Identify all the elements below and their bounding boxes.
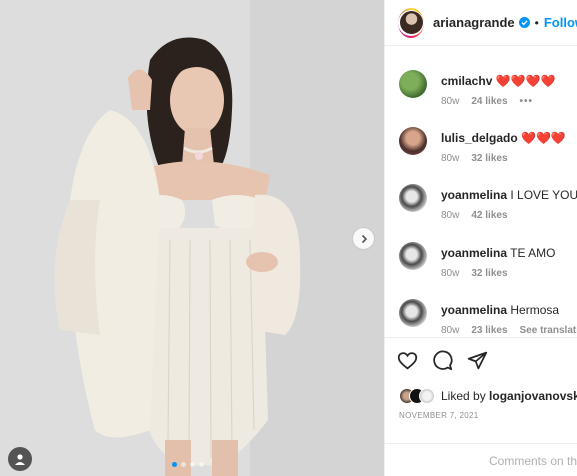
comment-likes[interactable]: 23 likes bbox=[471, 325, 507, 336]
comment-options-button[interactable]: ••• bbox=[520, 96, 534, 107]
carousel-indicators bbox=[172, 462, 204, 467]
author-username[interactable]: arianagrande bbox=[433, 15, 515, 30]
comment-username[interactable]: yoanmelina bbox=[441, 246, 507, 260]
header-separator: • bbox=[534, 15, 539, 30]
comment-likes[interactable]: 32 likes bbox=[471, 153, 507, 164]
comments-panel: arianagrande • Follow cmilachv ❤️❤️❤️❤️ … bbox=[384, 0, 577, 476]
commenter-avatar[interactable] bbox=[399, 184, 427, 212]
post-image-illustration bbox=[0, 0, 384, 476]
post-modal: arianagrande • Follow cmilachv ❤️❤️❤️❤️ … bbox=[0, 0, 577, 476]
comment-text: ❤️❤️❤️ bbox=[521, 131, 566, 145]
carousel-dot bbox=[172, 462, 177, 467]
commenter-avatar[interactable] bbox=[399, 127, 427, 155]
liked-by-prefix: Liked by bbox=[441, 389, 486, 403]
post-actions: Liked by loganjovanovsk NOVEMBER 7, 2021 bbox=[385, 337, 577, 447]
comment-time[interactable]: 80w bbox=[441, 325, 459, 336]
liker-avatar[interactable] bbox=[419, 388, 435, 404]
follow-button[interactable]: Follow bbox=[544, 15, 577, 30]
verified-badge-icon bbox=[518, 17, 530, 28]
carousel-dot bbox=[199, 462, 204, 467]
heart-icon bbox=[397, 352, 418, 370]
comment-bubble-icon bbox=[433, 350, 453, 371]
next-slide-button[interactable] bbox=[352, 227, 375, 250]
comment-time[interactable]: 80w bbox=[441, 96, 459, 107]
chevron-right-icon bbox=[361, 234, 367, 243]
comment-username[interactable]: lulis_delgado bbox=[441, 131, 518, 145]
like-button[interactable] bbox=[397, 350, 418, 371]
comment-likes[interactable]: 32 likes bbox=[471, 268, 507, 279]
commenter-avatar[interactable] bbox=[399, 242, 427, 270]
comment-time[interactable]: 80w bbox=[441, 153, 459, 164]
comment-input-placeholder[interactable]: Comments on this bbox=[489, 454, 577, 468]
liked-by-text: Liked by loganjovanovsk bbox=[441, 389, 577, 403]
see-translation-link[interactable]: See translation bbox=[520, 325, 577, 336]
add-comment-bar: Comments on this bbox=[385, 443, 577, 476]
carousel-dot bbox=[190, 462, 195, 467]
comment-text: Hermosa bbox=[510, 303, 560, 317]
liked-by-username[interactable]: loganjovanovsk bbox=[489, 389, 577, 403]
comment-likes[interactable]: 42 likes bbox=[471, 210, 507, 221]
comment-username[interactable]: yoanmelina bbox=[441, 303, 507, 317]
post-photo[interactable] bbox=[0, 0, 384, 476]
paper-plane-icon bbox=[467, 351, 488, 370]
commenter-avatar[interactable] bbox=[399, 70, 427, 98]
post-date[interactable]: NOVEMBER 7, 2021 bbox=[399, 411, 479, 420]
commenter-avatar[interactable] bbox=[399, 299, 427, 327]
comment-button[interactable] bbox=[432, 350, 453, 371]
author-avatar[interactable] bbox=[398, 7, 424, 38]
comment-likes[interactable]: 24 likes bbox=[471, 96, 507, 107]
comment-text: ❤️❤️❤️❤️ bbox=[495, 74, 556, 88]
tagged-users-button[interactable] bbox=[8, 447, 32, 471]
comment-username[interactable]: cmilachv bbox=[441, 74, 492, 88]
comment-time[interactable]: 80w bbox=[441, 210, 459, 221]
comment-username[interactable]: yoanmelina bbox=[441, 188, 507, 202]
user-tag-icon bbox=[15, 454, 25, 465]
post-header: arianagrande • Follow bbox=[385, 0, 577, 46]
comment-text: TE AMO bbox=[510, 246, 556, 260]
comment-time[interactable]: 80w bbox=[441, 268, 459, 279]
liked-by-row: Liked by loganjovanovsk bbox=[399, 388, 577, 404]
carousel-dot bbox=[181, 462, 186, 467]
comment-text: I LOVE YOU A bbox=[510, 188, 577, 202]
share-button[interactable] bbox=[467, 350, 488, 371]
action-icons bbox=[397, 350, 488, 371]
